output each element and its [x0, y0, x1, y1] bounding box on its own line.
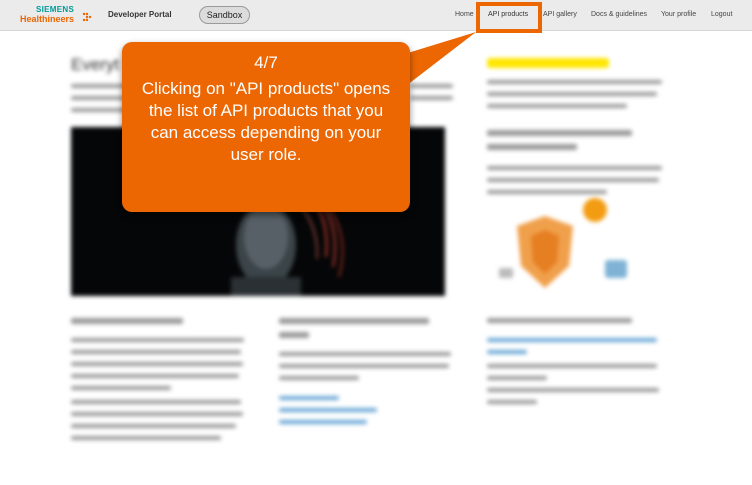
tour-step-counter: 4/7 [254, 53, 278, 72]
tour-callout-text: Clicking on "API products" opens the lis… [141, 79, 391, 164]
page: SIEMENS Healthineers Developer Portal Sa… [0, 0, 752, 485]
